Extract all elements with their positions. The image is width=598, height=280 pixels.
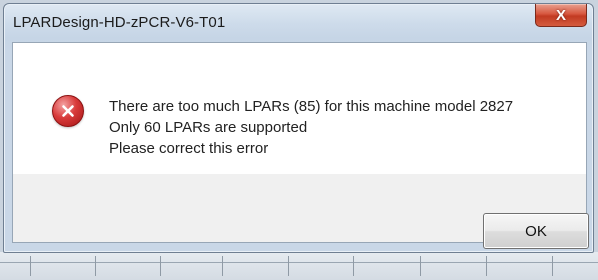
background-window-strip <box>0 252 598 280</box>
close-button[interactable]: X <box>535 4 587 27</box>
error-x-glyph <box>62 105 74 117</box>
error-dialog: LPARDesign-HD-zPCR-V6-T01 X There are to… <box>3 3 594 253</box>
dialog-title: LPARDesign-HD-zPCR-V6-T01 <box>13 14 226 31</box>
background-tick <box>552 256 553 276</box>
close-icon: X <box>555 6 566 24</box>
background-tick <box>222 256 223 276</box>
ok-button[interactable]: OK <box>483 213 589 249</box>
background-tick <box>95 256 96 276</box>
error-icon <box>52 95 84 127</box>
message-line-3: Please correct this error <box>109 140 269 157</box>
background-tick <box>353 256 354 276</box>
background-tick <box>420 256 421 276</box>
message-line-1: There are too much LPARs (85) for this m… <box>109 98 514 115</box>
message-area: There are too much LPARs (85) for this m… <box>13 43 586 174</box>
message-line-2: Only 60 LPARs are supported <box>109 119 308 136</box>
background-divider <box>0 262 598 263</box>
background-tick <box>288 256 289 276</box>
dialog-body: There are too much LPARs (85) for this m… <box>12 42 589 249</box>
background-tick <box>486 256 487 276</box>
background-tick <box>30 256 31 276</box>
background-tick <box>160 256 161 276</box>
